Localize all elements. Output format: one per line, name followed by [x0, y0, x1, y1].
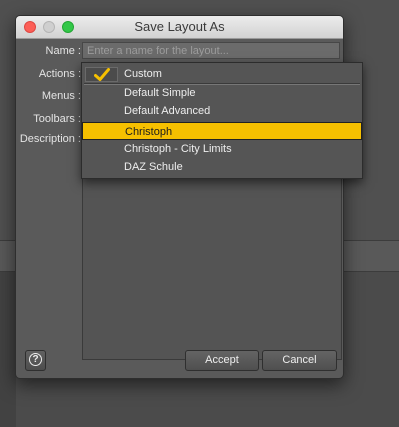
layout-dropdown-menu: Custom Default Simple Default Advanced C…: [81, 62, 363, 179]
dropdown-item-default-simple[interactable]: Default Simple: [82, 84, 362, 102]
dropdown-item-label: Default Advanced: [124, 105, 211, 117]
dialog-titlebar: Save Layout As: [16, 16, 343, 39]
question-circle-icon: ?: [29, 353, 42, 366]
accept-button[interactable]: Accept: [185, 350, 259, 371]
dropdown-item-label: DAZ Schule: [124, 161, 183, 173]
menus-label: Menus :: [41, 90, 81, 102]
dialog-title: Save Layout As: [134, 19, 225, 34]
dropdown-item-christoph[interactable]: Christoph: [82, 122, 362, 140]
dropdown-item-label: Christoph - City Limits: [124, 143, 232, 155]
dropdown-item-label: Christoph: [125, 126, 173, 138]
toolbars-label: Toolbars :: [33, 113, 81, 125]
cancel-button[interactable]: Cancel: [262, 350, 337, 371]
description-label: Description :: [19, 133, 81, 145]
dropdown-item-christoph-city-limits[interactable]: Christoph - City Limits: [82, 140, 362, 158]
dropdown-item-daz-schule[interactable]: DAZ Schule: [82, 158, 362, 176]
dropdown-item-label: Custom: [124, 68, 162, 80]
checkmark-icon: [85, 67, 118, 82]
dropdown-item-default-advanced[interactable]: Default Advanced: [82, 102, 362, 120]
actions-label: Actions :: [38, 68, 81, 80]
dropdown-item-label: Default Simple: [124, 87, 196, 99]
layout-name-input[interactable]: [82, 42, 340, 59]
background-side-strip: [0, 272, 16, 427]
help-button[interactable]: ?: [25, 350, 46, 371]
dropdown-item-custom[interactable]: Custom: [82, 65, 362, 83]
name-label: Name :: [45, 45, 81, 57]
